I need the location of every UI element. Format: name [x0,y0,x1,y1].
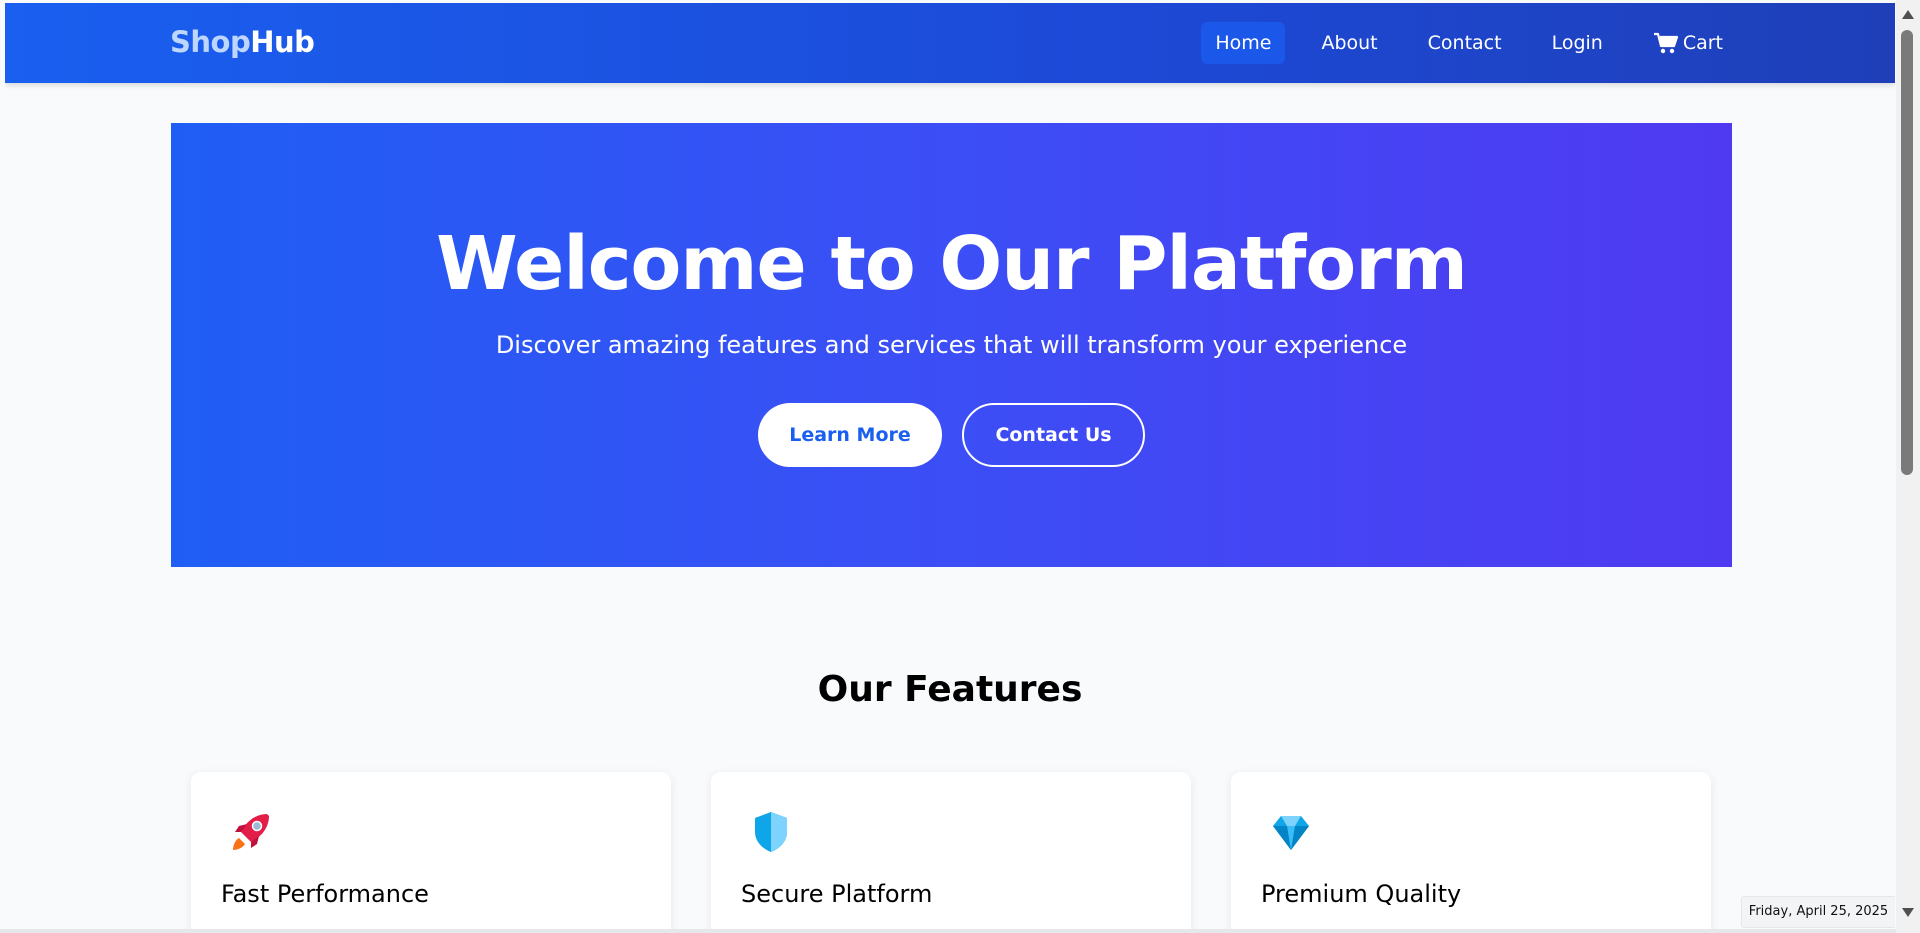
hero-title: Welcome to Our Platform [436,221,1468,307]
navbar: ShopHub Home About Contact Login Cart [5,3,1895,83]
vertical-scrollbar[interactable] [1896,0,1920,933]
cart-label: Cart [1682,32,1723,54]
feature-card-fast-performance[interactable]: Fast Performance [191,772,671,929]
hero-subtitle: Discover amazing features and services t… [495,331,1408,359]
date-chip: Friday, April 25, 2025 [1741,896,1895,928]
nav-item-home[interactable]: Home [1201,22,1286,64]
page-viewport: ShopHub Home About Contact Login Cart We… [5,3,1895,929]
feature-card-title: Secure Platform [741,880,933,908]
nav-item-about[interactable]: About [1307,22,1391,64]
scroll-down-icon[interactable] [1902,908,1914,917]
feature-card-secure-platform[interactable]: Secure Platform [711,772,1191,929]
cart-icon [1653,32,1678,54]
nav-item-login[interactable]: Login [1538,22,1617,64]
scroll-up-icon[interactable] [1902,10,1914,19]
contact-us-button[interactable]: Contact Us [962,403,1145,467]
window-frame-bottom [0,929,1896,933]
rocket-icon [233,814,269,850]
feature-card-title: Fast Performance [221,880,429,908]
hero-buttons: Learn More Contact Us [171,403,1732,467]
feature-card-premium-quality[interactable]: Premium Quality [1231,772,1711,929]
hero-banner: Welcome to Our Platform Discover amazing… [171,123,1732,567]
nav-item-contact[interactable]: Contact [1414,22,1516,64]
nav-item-cart[interactable]: Cart [1639,22,1737,64]
brand-part-2: Hub [250,25,315,59]
features-title: Our Features [817,669,1083,710]
learn-more-button[interactable]: Learn More [758,403,942,467]
feature-card-title: Premium Quality [1261,880,1462,908]
shield-icon [755,812,787,852]
main-nav: Home About Contact Login Cart [1201,22,1895,64]
brand-logo[interactable]: ShopHub [170,25,315,59]
gem-icon [1273,816,1309,850]
brand-part-1: Shop [170,25,251,59]
scrollbar-thumb[interactable] [1901,30,1913,475]
